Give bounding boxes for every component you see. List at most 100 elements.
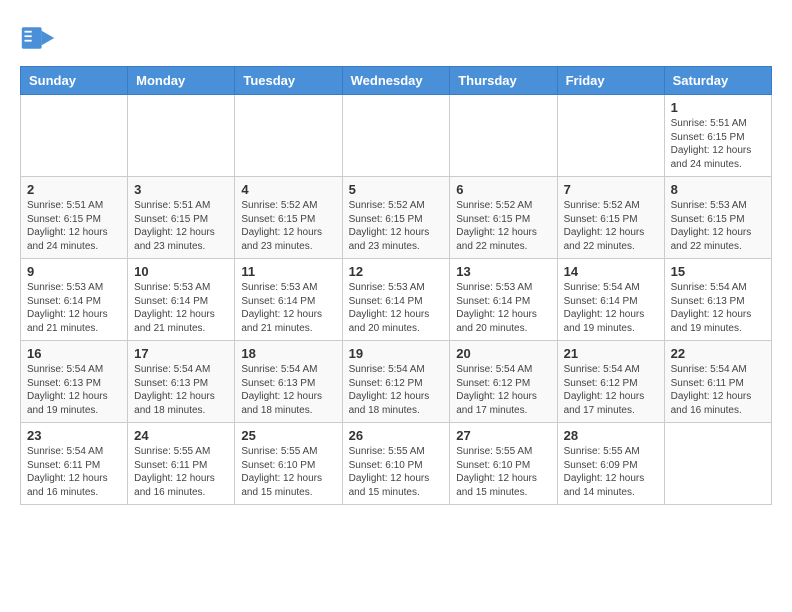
day-number: 28 bbox=[564, 428, 658, 443]
weekday-header-friday: Friday bbox=[557, 67, 664, 95]
page-header bbox=[20, 20, 772, 56]
day-number: 4 bbox=[241, 182, 335, 197]
day-cell: 16 Sunrise: 5:54 AM Sunset: 6:13 PM Dayli… bbox=[21, 341, 128, 423]
day-cell: 8 Sunrise: 5:53 AM Sunset: 6:15 PM Daylig… bbox=[664, 177, 771, 259]
day-info: Sunrise: 5:54 AM Sunset: 6:11 PM Dayligh… bbox=[671, 363, 765, 417]
day-number: 21 bbox=[564, 346, 658, 361]
day-info: Sunrise: 5:54 AM Sunset: 6:11 PM Dayligh… bbox=[27, 445, 121, 499]
day-number: 5 bbox=[349, 182, 444, 197]
day-cell: 4 Sunrise: 5:52 AM Sunset: 6:15 PM Daylig… bbox=[235, 177, 342, 259]
day-number: 3 bbox=[134, 182, 228, 197]
logo-icon bbox=[20, 20, 56, 56]
day-number: 26 bbox=[349, 428, 444, 443]
day-number: 25 bbox=[241, 428, 335, 443]
day-info: Sunrise: 5:52 AM Sunset: 6:15 PM Dayligh… bbox=[456, 199, 550, 253]
day-cell: 13 Sunrise: 5:53 AM Sunset: 6:14 PM Dayli… bbox=[450, 259, 557, 341]
day-number: 7 bbox=[564, 182, 658, 197]
week-row-5: 23 Sunrise: 5:54 AM Sunset: 6:11 PM Dayli… bbox=[21, 423, 772, 505]
week-row-1: 1 Sunrise: 5:51 AM Sunset: 6:15 PM Daylig… bbox=[21, 95, 772, 177]
day-number: 23 bbox=[27, 428, 121, 443]
day-info: Sunrise: 5:54 AM Sunset: 6:13 PM Dayligh… bbox=[671, 281, 765, 335]
calendar-table: SundayMondayTuesdayWednesdayThursdayFrid… bbox=[20, 66, 772, 505]
day-cell bbox=[21, 95, 128, 177]
day-info: Sunrise: 5:53 AM Sunset: 6:15 PM Dayligh… bbox=[671, 199, 765, 253]
day-info: Sunrise: 5:55 AM Sunset: 6:09 PM Dayligh… bbox=[564, 445, 658, 499]
day-cell: 14 Sunrise: 5:54 AM Sunset: 6:14 PM Dayli… bbox=[557, 259, 664, 341]
day-number: 24 bbox=[134, 428, 228, 443]
week-row-3: 9 Sunrise: 5:53 AM Sunset: 6:14 PM Daylig… bbox=[21, 259, 772, 341]
weekday-header-sunday: Sunday bbox=[21, 67, 128, 95]
day-cell: 1 Sunrise: 5:51 AM Sunset: 6:15 PM Daylig… bbox=[664, 95, 771, 177]
day-cell bbox=[664, 423, 771, 505]
day-info: Sunrise: 5:51 AM Sunset: 6:15 PM Dayligh… bbox=[27, 199, 121, 253]
day-number: 16 bbox=[27, 346, 121, 361]
day-info: Sunrise: 5:53 AM Sunset: 6:14 PM Dayligh… bbox=[134, 281, 228, 335]
day-cell bbox=[450, 95, 557, 177]
day-info: Sunrise: 5:55 AM Sunset: 6:10 PM Dayligh… bbox=[456, 445, 550, 499]
day-number: 19 bbox=[349, 346, 444, 361]
weekday-header-wednesday: Wednesday bbox=[342, 67, 450, 95]
day-number: 2 bbox=[27, 182, 121, 197]
week-row-4: 16 Sunrise: 5:54 AM Sunset: 6:13 PM Dayli… bbox=[21, 341, 772, 423]
day-cell: 10 Sunrise: 5:53 AM Sunset: 6:14 PM Dayli… bbox=[128, 259, 235, 341]
day-info: Sunrise: 5:52 AM Sunset: 6:15 PM Dayligh… bbox=[564, 199, 658, 253]
day-info: Sunrise: 5:54 AM Sunset: 6:13 PM Dayligh… bbox=[27, 363, 121, 417]
day-info: Sunrise: 5:53 AM Sunset: 6:14 PM Dayligh… bbox=[349, 281, 444, 335]
day-number: 9 bbox=[27, 264, 121, 279]
day-cell bbox=[235, 95, 342, 177]
day-info: Sunrise: 5:53 AM Sunset: 6:14 PM Dayligh… bbox=[27, 281, 121, 335]
day-info: Sunrise: 5:51 AM Sunset: 6:15 PM Dayligh… bbox=[134, 199, 228, 253]
weekday-header-saturday: Saturday bbox=[664, 67, 771, 95]
day-number: 20 bbox=[456, 346, 550, 361]
day-cell: 18 Sunrise: 5:54 AM Sunset: 6:13 PM Dayli… bbox=[235, 341, 342, 423]
weekday-header-monday: Monday bbox=[128, 67, 235, 95]
day-info: Sunrise: 5:54 AM Sunset: 6:13 PM Dayligh… bbox=[241, 363, 335, 417]
day-number: 27 bbox=[456, 428, 550, 443]
day-number: 13 bbox=[456, 264, 550, 279]
day-number: 12 bbox=[349, 264, 444, 279]
weekday-header-row: SundayMondayTuesdayWednesdayThursdayFrid… bbox=[21, 67, 772, 95]
day-cell: 19 Sunrise: 5:54 AM Sunset: 6:12 PM Dayli… bbox=[342, 341, 450, 423]
day-info: Sunrise: 5:54 AM Sunset: 6:13 PM Dayligh… bbox=[134, 363, 228, 417]
day-info: Sunrise: 5:54 AM Sunset: 6:14 PM Dayligh… bbox=[564, 281, 658, 335]
logo bbox=[20, 20, 60, 56]
day-info: Sunrise: 5:53 AM Sunset: 6:14 PM Dayligh… bbox=[456, 281, 550, 335]
day-number: 11 bbox=[241, 264, 335, 279]
day-cell bbox=[128, 95, 235, 177]
day-cell: 5Sunrise: 5:52 AM Sunset: 6:15 PM Daylig… bbox=[342, 177, 450, 259]
day-cell: 17 Sunrise: 5:54 AM Sunset: 6:13 PM Dayli… bbox=[128, 341, 235, 423]
day-number: 18 bbox=[241, 346, 335, 361]
day-cell: 2 Sunrise: 5:51 AM Sunset: 6:15 PM Daylig… bbox=[21, 177, 128, 259]
day-number: 6 bbox=[456, 182, 550, 197]
day-cell: 21Sunrise: 5:54 AM Sunset: 6:12 PM Dayli… bbox=[557, 341, 664, 423]
day-cell: 28 Sunrise: 5:55 AM Sunset: 6:09 PM Dayli… bbox=[557, 423, 664, 505]
day-info: Sunrise: 5:53 AM Sunset: 6:14 PM Dayligh… bbox=[241, 281, 335, 335]
day-info: Sunrise: 5:54 AM Sunset: 6:12 PM Dayligh… bbox=[456, 363, 550, 417]
day-number: 15 bbox=[671, 264, 765, 279]
day-cell: 22 Sunrise: 5:54 AM Sunset: 6:11 PM Dayli… bbox=[664, 341, 771, 423]
day-cell: 23 Sunrise: 5:54 AM Sunset: 6:11 PM Dayli… bbox=[21, 423, 128, 505]
day-info: Sunrise: 5:55 AM Sunset: 6:10 PM Dayligh… bbox=[349, 445, 444, 499]
day-cell: 24 Sunrise: 5:55 AM Sunset: 6:11 PM Dayli… bbox=[128, 423, 235, 505]
day-cell: 9 Sunrise: 5:53 AM Sunset: 6:14 PM Daylig… bbox=[21, 259, 128, 341]
day-number: 17 bbox=[134, 346, 228, 361]
day-info: Sunrise: 5:52 AM Sunset: 6:15 PM Dayligh… bbox=[241, 199, 335, 253]
day-number: 10 bbox=[134, 264, 228, 279]
day-number: 22 bbox=[671, 346, 765, 361]
day-number: 1 bbox=[671, 100, 765, 115]
day-cell: 6 Sunrise: 5:52 AM Sunset: 6:15 PM Daylig… bbox=[450, 177, 557, 259]
day-cell: 27 Sunrise: 5:55 AM Sunset: 6:10 PM Dayli… bbox=[450, 423, 557, 505]
day-info: Sunrise: 5:55 AM Sunset: 6:10 PM Dayligh… bbox=[241, 445, 335, 499]
day-info: Sunrise: 5:54 AM Sunset: 6:12 PM Dayligh… bbox=[349, 363, 444, 417]
day-cell: 15 Sunrise: 5:54 AM Sunset: 6:13 PM Dayli… bbox=[664, 259, 771, 341]
day-cell: 20 Sunrise: 5:54 AM Sunset: 6:12 PM Dayli… bbox=[450, 341, 557, 423]
day-info: Sunrise: 5:51 AM Sunset: 6:15 PM Dayligh… bbox=[671, 117, 765, 171]
day-cell bbox=[557, 95, 664, 177]
day-number: 8 bbox=[671, 182, 765, 197]
day-cell: 11 Sunrise: 5:53 AM Sunset: 6:14 PM Dayli… bbox=[235, 259, 342, 341]
day-cell bbox=[342, 95, 450, 177]
day-info: Sunrise: 5:55 AM Sunset: 6:11 PM Dayligh… bbox=[134, 445, 228, 499]
weekday-header-tuesday: Tuesday bbox=[235, 67, 342, 95]
day-cell: 7 Sunrise: 5:52 AM Sunset: 6:15 PM Daylig… bbox=[557, 177, 664, 259]
day-number: 14 bbox=[564, 264, 658, 279]
